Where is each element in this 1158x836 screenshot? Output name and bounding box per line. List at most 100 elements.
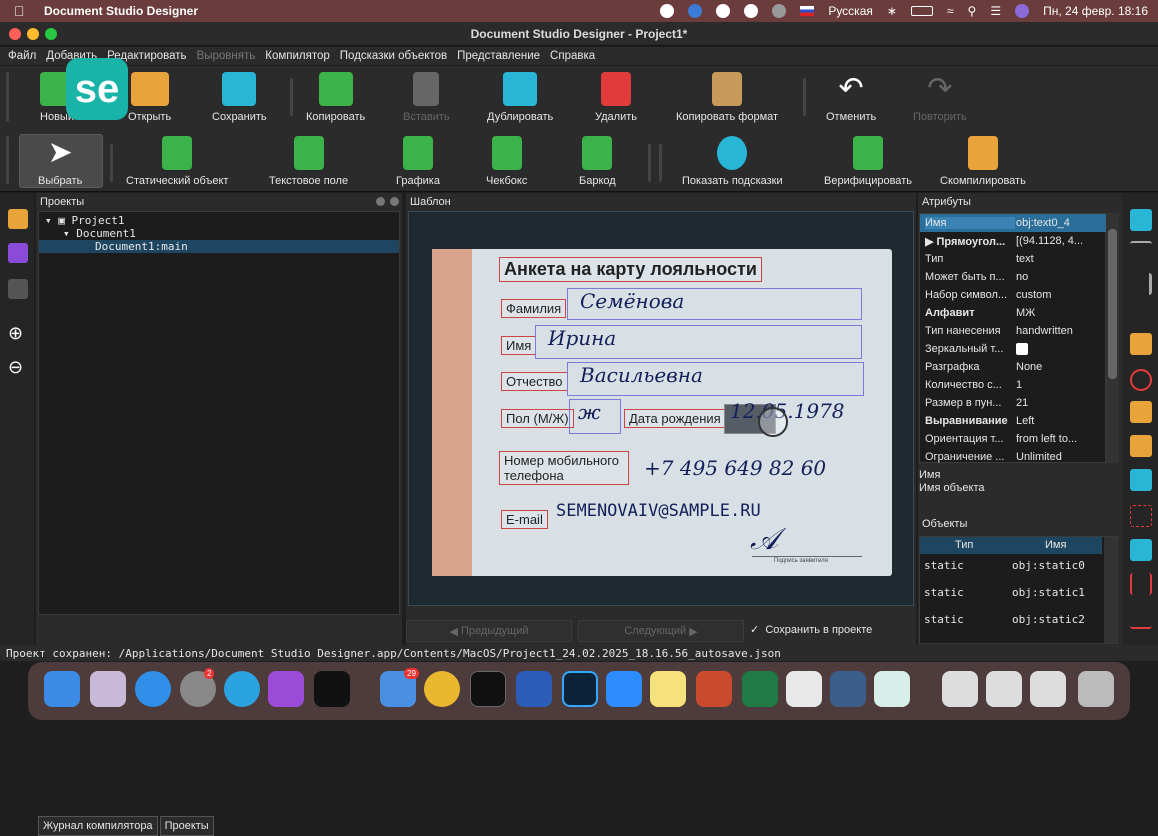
- attribute-row[interactable]: Тип text: [920, 250, 1107, 268]
- attribute-value[interactable]: 1: [1016, 379, 1102, 391]
- attribute-row[interactable]: Ограничение ... Unlimited: [920, 448, 1107, 466]
- record-icon[interactable]: [660, 4, 675, 18]
- attribute-row[interactable]: Набор символ... custom: [920, 286, 1107, 304]
- sync-app-icon[interactable]: [786, 671, 822, 707]
- field-sex[interactable]: ж: [569, 399, 621, 434]
- grid-icon[interactable]: [8, 243, 28, 263]
- paste-button[interactable]: Вставить: [403, 72, 450, 123]
- target-icon[interactable]: [1130, 369, 1152, 391]
- delete-button[interactable]: Удалить: [595, 72, 637, 123]
- attribute-value[interactable]: custom: [1016, 289, 1102, 301]
- creative-cloud-icon[interactable]: [772, 4, 787, 18]
- notes-icon[interactable]: [650, 671, 686, 707]
- field-birth-date[interactable]: 12.05.1978: [728, 399, 863, 429]
- attribute-row[interactable]: Имя obj:text0_4: [920, 214, 1107, 232]
- tab-projects[interactable]: Проекты: [159, 816, 214, 836]
- field-surname[interactable]: Семёнова: [567, 288, 862, 320]
- float-panel-icon[interactable]: [376, 197, 385, 206]
- excel-icon[interactable]: [742, 671, 778, 707]
- clock[interactable]: Пн, 24 февр. 18:16: [1043, 4, 1148, 18]
- object-name[interactable]: obj:static1: [1012, 586, 1085, 599]
- field-phone[interactable]: +7 495 649 82 60: [632, 456, 862, 486]
- width-icon[interactable]: [1130, 573, 1152, 595]
- telegram-status-icon[interactable]: [716, 4, 731, 18]
- attribute-value[interactable]: 21: [1016, 397, 1102, 409]
- checkbox-button[interactable]: Чекбокс: [486, 136, 527, 187]
- form-heading[interactable]: Анкета на карту лояльности: [499, 257, 762, 282]
- bluetooth-icon[interactable]: ∗: [887, 4, 897, 18]
- select-tool-button[interactable]: ➤ Выбрать: [38, 136, 82, 187]
- copy-format-button[interactable]: Копировать формат: [676, 72, 778, 123]
- verify-button[interactable]: Верифицировать: [824, 136, 912, 187]
- next-page-button[interactable]: Следующий ▶: [578, 620, 744, 642]
- structure-icon[interactable]: [8, 279, 28, 299]
- bracket-icon[interactable]: [1130, 435, 1152, 457]
- align-top-icon[interactable]: [1130, 241, 1152, 263]
- min-size-icon[interactable]: [1130, 607, 1152, 629]
- label-phone[interactable]: Номер мобильного телефона: [499, 451, 629, 485]
- tab-compiler-log[interactable]: Журнал компилятора: [38, 816, 158, 836]
- recent-window-icon[interactable]: [942, 671, 978, 707]
- menu-align[interactable]: Выровнять: [197, 50, 256, 62]
- attribute-row[interactable]: Может быть п... no: [920, 268, 1107, 286]
- telegram-icon[interactable]: [224, 671, 260, 707]
- finder-icon[interactable]: [44, 671, 80, 707]
- chrome-icon[interactable]: [424, 671, 460, 707]
- tree-item-page[interactable]: Document1:main: [39, 240, 399, 253]
- object-name[interactable]: obj:static0: [1012, 559, 1085, 572]
- sync-icon[interactable]: [744, 4, 759, 18]
- compile-button[interactable]: Скомпилировать: [940, 136, 1026, 187]
- object-type[interactable]: static: [924, 613, 964, 626]
- graphic-button[interactable]: Графика: [396, 136, 440, 187]
- static-object-button[interactable]: Статический объект: [126, 136, 228, 187]
- attribute-row[interactable]: Выравнивание Left: [920, 412, 1107, 430]
- barcode-button[interactable]: Баркод: [579, 136, 616, 187]
- show-hints-button[interactable]: Показать подсказки: [682, 136, 783, 187]
- field-patronymic[interactable]: Васильевна: [567, 362, 864, 396]
- tree-item-document[interactable]: ▾ Document1: [63, 227, 136, 240]
- input-language[interactable]: Русская: [828, 4, 873, 18]
- object-type[interactable]: static: [924, 559, 964, 572]
- objects-header-name[interactable]: Имя: [1045, 539, 1066, 551]
- save-button[interactable]: Сохранить: [212, 72, 267, 123]
- object-type[interactable]: static: [924, 586, 964, 599]
- attribute-value[interactable]: Unlimited: [1016, 451, 1102, 463]
- objects-header-type[interactable]: Тип: [955, 539, 973, 551]
- attribute-row[interactable]: Размер в пун... 21: [920, 394, 1107, 412]
- duplicate-button[interactable]: Дублировать: [487, 72, 553, 123]
- zoom-icon[interactable]: [606, 671, 642, 707]
- attribute-value[interactable]: from left to...: [1016, 433, 1102, 445]
- control-center-icon[interactable]: ☰: [990, 4, 1001, 18]
- attribute-row[interactable]: Ориентация т... from left to...: [920, 430, 1107, 448]
- document-hint-icon[interactable]: [1130, 469, 1152, 491]
- zoom-in-icon[interactable]: ⊕: [8, 323, 28, 343]
- redo-button[interactable]: ↷ Повторить: [913, 72, 967, 123]
- attribute-value[interactable]: None: [1016, 361, 1102, 373]
- trash-dock-icon[interactable]: [1078, 671, 1114, 707]
- tree-item-project[interactable]: ▾ ▣ Project1: [45, 214, 124, 227]
- open-button[interactable]: Открыть: [128, 72, 171, 123]
- attribute-value[interactable]: handwritten: [1016, 325, 1102, 337]
- object-name[interactable]: obj:static2: [1012, 613, 1085, 626]
- undo-button[interactable]: ↶ Отменить: [826, 72, 876, 123]
- objects-scrollbar[interactable]: [1104, 537, 1117, 643]
- attribute-row[interactable]: ▶ Прямоугол... [(94.1128, 4...: [920, 232, 1107, 250]
- attribute-value[interactable]: [(94.1128, 4...: [1016, 235, 1102, 247]
- word-icon[interactable]: [516, 671, 552, 707]
- zoom-status-icon[interactable]: [688, 4, 703, 18]
- anchor-hint-icon[interactable]: [1130, 209, 1152, 231]
- wifi-icon[interactable]: ≈: [947, 4, 954, 18]
- label-surname[interactable]: Фамилия: [501, 299, 567, 318]
- menu-compiler[interactable]: Компилятор: [265, 50, 330, 62]
- apple-icon[interactable]: : [14, 3, 30, 19]
- attribute-value[interactable]: no: [1016, 271, 1102, 283]
- attribute-value[interactable]: obj:text0_4: [1016, 217, 1102, 229]
- mirror-checkbox[interactable]: [1016, 343, 1028, 355]
- attribute-row[interactable]: Алфавит МЖ: [920, 304, 1107, 322]
- terminal-icon[interactable]: [470, 671, 506, 707]
- label-patronymic[interactable]: Отчество: [501, 372, 568, 391]
- zoom-out-icon[interactable]: ⊖: [8, 357, 28, 377]
- menu-object-hints[interactable]: Подсказки объектов: [340, 50, 447, 62]
- label-birth-date[interactable]: Дата рождения: [624, 409, 726, 428]
- field-name[interactable]: Ирина: [535, 325, 862, 359]
